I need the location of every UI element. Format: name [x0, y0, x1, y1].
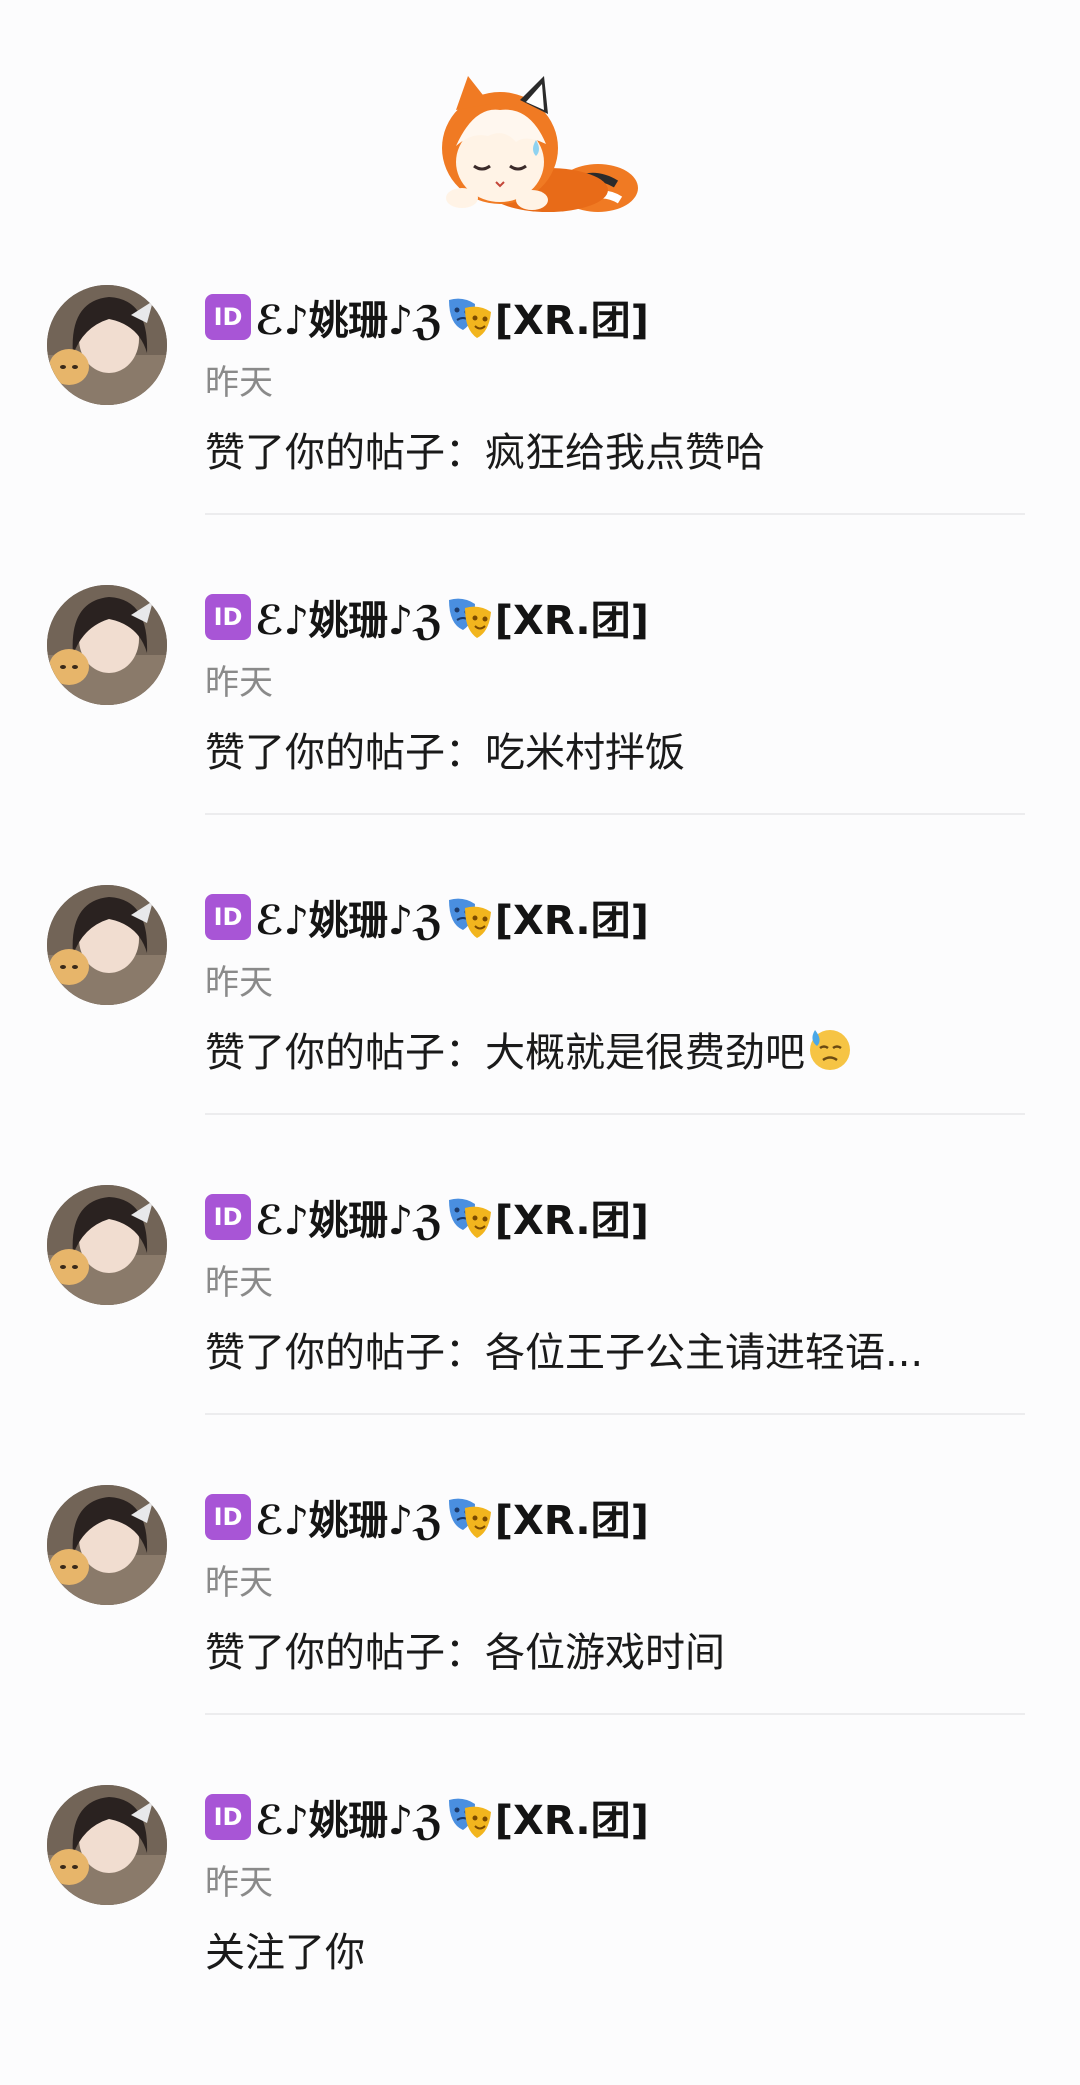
notification-action[interactable]: 赞了你的帖子：吃米村拌饭	[205, 720, 685, 778]
notification-action-text: 赞了你的帖子：吃米村拌饭	[205, 730, 685, 776]
user-name: ℰ♪姚珊♪ℨ	[255, 1198, 443, 1244]
id-badge-icon: ID	[205, 894, 251, 940]
id-badge-icon: ID	[205, 1494, 251, 1540]
notification-action-text: 赞了你的帖子：各位游戏时间	[205, 1630, 725, 1676]
notification-action[interactable]: 关注了你	[205, 1920, 365, 1978]
user-name: ℰ♪姚珊♪ℨ	[255, 1798, 443, 1844]
notification-time: 昨天	[205, 1563, 273, 1603]
notification-action[interactable]: 赞了你的帖子：各位游戏时间	[205, 1620, 725, 1678]
notifications-page: ID ℰ♪姚珊♪ℨ [XR.团] 昨天 赞了你的帖子：疯狂给我点赞哈 ID ℰ♪…	[0, 0, 1080, 2012]
notification-item[interactable]: ID ℰ♪姚珊♪ℨ [XR.团] 昨天 赞了你的帖子：疯狂给我点赞哈	[0, 285, 1080, 585]
avatar[interactable]	[47, 285, 167, 405]
notification-item[interactable]: ID ℰ♪姚珊♪ℨ [XR.团] 昨天 赞了你的帖子：各位王子公主请进轻语...	[0, 1185, 1080, 1485]
user-group-tag: [XR.团]	[494, 1198, 649, 1244]
user-group-tag: [XR.团]	[494, 598, 649, 644]
user-group-tag: [XR.团]	[494, 1498, 649, 1544]
divider	[205, 1113, 1025, 1115]
notification-action[interactable]: 赞了你的帖子：大概就是很费劲吧	[205, 1020, 853, 1078]
user-group-tag: [XR.团]	[494, 298, 649, 344]
notification-item[interactable]: ID ℰ♪姚珊♪ℨ [XR.团] 昨天 关注了你	[0, 1785, 1080, 2085]
notification-item[interactable]: ID ℰ♪姚珊♪ℨ [XR.团] 昨天 赞了你的帖子：吃米村拌饭	[0, 585, 1080, 885]
avatar[interactable]	[47, 1785, 167, 1905]
sweat-face-icon	[810, 1030, 850, 1070]
notification-action[interactable]: 赞了你的帖子：疯狂给我点赞哈	[205, 420, 765, 478]
user-name: ℰ♪姚珊♪ℨ	[255, 298, 443, 344]
notification-item[interactable]: ID ℰ♪姚珊♪ℨ [XR.团] 昨天 赞了你的帖子：各位游戏时间	[0, 1485, 1080, 1785]
notification-action[interactable]: 赞了你的帖子：各位王子公主请进轻语...	[205, 1320, 923, 1378]
performing-arts-mask-icon	[448, 898, 491, 938]
user-name: ℰ♪姚珊♪ℨ	[255, 1498, 443, 1544]
notification-time: 昨天	[205, 363, 273, 403]
user-name-row[interactable]: ID ℰ♪姚珊♪ℨ [XR.团]	[205, 1491, 649, 1544]
notification-action-text: 赞了你的帖子：疯狂给我点赞哈	[205, 430, 765, 476]
notification-item[interactable]: ID ℰ♪姚珊♪ℨ [XR.团] 昨天 赞了你的帖子：大概就是很费劲吧	[0, 885, 1080, 1185]
divider	[205, 813, 1025, 815]
id-badge-icon: ID	[205, 1794, 251, 1840]
notification-action-text: 赞了你的帖子：大概就是很费劲吧	[205, 1030, 805, 1076]
user-name: ℰ♪姚珊♪ℨ	[255, 898, 443, 944]
user-name-row[interactable]: ID ℰ♪姚珊♪ℨ [XR.团]	[205, 291, 649, 344]
notification-list: ID ℰ♪姚珊♪ℨ [XR.团] 昨天 赞了你的帖子：疯狂给我点赞哈 ID ℰ♪…	[0, 285, 1080, 2085]
id-badge-icon: ID	[205, 1194, 251, 1240]
avatar[interactable]	[47, 585, 167, 705]
user-name-row[interactable]: ID ℰ♪姚珊♪ℨ [XR.团]	[205, 891, 649, 944]
divider	[205, 1413, 1025, 1415]
avatar[interactable]	[47, 1485, 167, 1605]
performing-arts-mask-icon	[448, 1798, 491, 1838]
notification-action-text: 关注了你	[205, 1930, 365, 1976]
user-name: ℰ♪姚珊♪ℨ	[255, 598, 443, 644]
user-name-row[interactable]: ID ℰ♪姚珊♪ℨ [XR.团]	[205, 1191, 649, 1244]
user-name-row[interactable]: ID ℰ♪姚珊♪ℨ [XR.团]	[205, 1791, 649, 1844]
sleeping-mascot-icon	[428, 70, 640, 220]
performing-arts-mask-icon	[448, 1498, 491, 1538]
avatar[interactable]	[47, 1185, 167, 1305]
notification-action-text: 赞了你的帖子：各位王子公主请进轻语...	[205, 1330, 924, 1376]
notification-time: 昨天	[205, 663, 273, 703]
divider	[205, 513, 1025, 515]
id-badge-icon: ID	[205, 294, 251, 340]
user-group-tag: [XR.团]	[494, 1798, 649, 1844]
performing-arts-mask-icon	[448, 298, 491, 338]
id-badge-icon: ID	[205, 594, 251, 640]
divider	[205, 1713, 1025, 1715]
user-group-tag: [XR.团]	[494, 898, 649, 944]
notification-time: 昨天	[205, 1263, 273, 1303]
notification-time: 昨天	[205, 963, 273, 1003]
avatar[interactable]	[47, 885, 167, 1005]
performing-arts-mask-icon	[448, 598, 491, 638]
performing-arts-mask-icon	[448, 1198, 491, 1238]
user-name-row[interactable]: ID ℰ♪姚珊♪ℨ [XR.团]	[205, 591, 649, 644]
notification-time: 昨天	[205, 1863, 273, 1903]
